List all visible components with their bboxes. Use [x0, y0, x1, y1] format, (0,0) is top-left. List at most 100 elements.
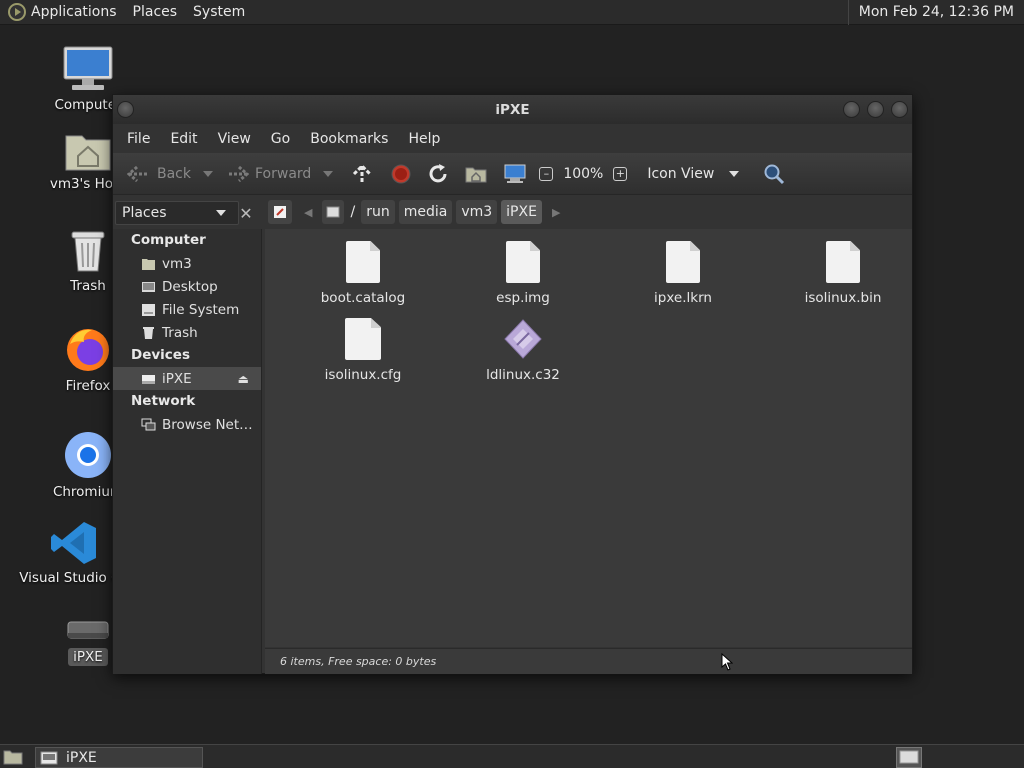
- eject-icon[interactable]: ⏏: [238, 372, 249, 386]
- menu-view[interactable]: View: [208, 131, 261, 147]
- breadcrumb-root[interactable]: [322, 200, 345, 224]
- home-button[interactable]: [459, 158, 493, 190]
- close-icon: ✕: [239, 203, 253, 223]
- taskbar-window-label: iPXE: [66, 749, 97, 766]
- back-button[interactable]: Back: [121, 158, 197, 190]
- status-bar: 6 items, Free space: 0 bytes: [265, 648, 912, 674]
- menu-edit[interactable]: Edit: [160, 131, 207, 147]
- sidebar-selector-label: Places: [122, 205, 167, 221]
- sidebar-item-browse-network[interactable]: Browse Net…: [113, 413, 261, 436]
- zoom-in-icon[interactable]: +: [613, 166, 628, 181]
- hard-drive-icon: [142, 303, 155, 316]
- home-folder-icon: [465, 167, 487, 182]
- sidebar-item-label: Browse Net…: [162, 416, 253, 433]
- close-button[interactable]: [891, 101, 908, 118]
- file-item[interactable]: boot.catalog: [303, 241, 423, 306]
- applications-menu[interactable]: Applications: [0, 0, 125, 25]
- document-icon: [666, 241, 700, 283]
- edit-location-button[interactable]: [268, 200, 292, 224]
- sidebar-item-trash[interactable]: Trash: [113, 321, 261, 344]
- sidebar-item-vm3[interactable]: vm3: [113, 252, 261, 275]
- desktop-icon-label: iPXE: [68, 648, 108, 666]
- view-mode-select[interactable]: Icon View: [641, 158, 751, 190]
- menu-bookmarks[interactable]: Bookmarks: [300, 131, 398, 147]
- menu-go[interactable]: Go: [261, 131, 300, 147]
- maximize-button[interactable]: [867, 101, 884, 118]
- sidebar-item-label: Trash: [162, 324, 198, 341]
- places-menu[interactable]: Places: [125, 0, 186, 25]
- menu-help[interactable]: Help: [398, 131, 450, 147]
- show-desktop-button[interactable]: [3, 748, 23, 766]
- places-menu-label: Places: [132, 4, 178, 20]
- window-title: iPXE: [495, 101, 530, 118]
- search-button[interactable]: [757, 158, 791, 190]
- document-icon: [346, 241, 380, 283]
- file-name: isolinux.bin: [804, 290, 882, 306]
- breadcrumb-media[interactable]: media: [398, 200, 453, 224]
- executable-icon: [504, 319, 542, 359]
- text-file-icon: [345, 318, 381, 360]
- breadcrumb-ipxe[interactable]: iPXE: [501, 200, 542, 224]
- menu-file[interactable]: File: [117, 131, 160, 147]
- desktop-icon: [142, 281, 155, 292]
- close-sidebar-button[interactable]: ✕: [234, 201, 258, 225]
- up-arrow-icon: [353, 163, 372, 183]
- forward-arrow-icon: [227, 165, 249, 182]
- forward-label: Forward: [255, 165, 312, 182]
- workspace-icon: [899, 750, 919, 764]
- window-menu-button[interactable]: [117, 101, 134, 118]
- breadcrumb-scroll-right[interactable]: ▶: [552, 206, 560, 219]
- home-folder-icon: [142, 258, 155, 270]
- distro-logo-icon: [8, 3, 26, 21]
- taskbar-window-ipxe[interactable]: iPXE: [35, 747, 203, 768]
- sidebar-item-desktop[interactable]: Desktop: [113, 275, 261, 298]
- sidebar-item-ipxe[interactable]: iPXE ⏏: [113, 367, 261, 390]
- file-name: boot.catalog: [320, 290, 406, 306]
- monitor-icon: [63, 46, 113, 90]
- vscode-icon: [51, 522, 96, 564]
- zoom-out-icon[interactable]: –: [539, 166, 554, 181]
- minimize-button[interactable]: [843, 101, 860, 118]
- file-item[interactable]: esp.img: [463, 241, 583, 306]
- up-button[interactable]: [345, 158, 379, 190]
- stop-button[interactable]: [385, 158, 417, 190]
- sidebar-item-file-system[interactable]: File System: [113, 298, 261, 321]
- back-history-dropdown[interactable]: [203, 170, 213, 177]
- window-titlebar[interactable]: iPXE: [113, 95, 912, 124]
- clock[interactable]: Mon Feb 24, 12:36 PM: [847, 0, 1024, 25]
- file-item[interactable]: ldlinux.c32: [463, 318, 583, 383]
- sidebar-heading-network: Network: [131, 393, 196, 409]
- breadcrumb-run[interactable]: run: [361, 200, 395, 224]
- document-icon: [826, 241, 860, 283]
- sidebar-item-label: vm3: [162, 255, 192, 272]
- trash-icon: [143, 326, 154, 339]
- sidebar-heading-computer: Computer: [131, 232, 206, 248]
- file-item[interactable]: ipxe.lkrn: [623, 241, 743, 306]
- file-view[interactable]: boot.catalog esp.img ipxe.lkrn isolinux.…: [265, 229, 912, 647]
- drive-icon: [40, 751, 58, 764]
- firefox-icon: [67, 329, 109, 371]
- file-item[interactable]: isolinux.bin: [783, 241, 903, 306]
- file-item[interactable]: isolinux.cfg: [303, 318, 423, 383]
- file-manager-window: iPXE File Edit View Go Bookmarks Help Ba…: [112, 94, 913, 674]
- file-name: esp.img: [496, 290, 550, 306]
- breadcrumb-vm3[interactable]: vm3: [456, 200, 498, 224]
- forward-button[interactable]: Forward: [219, 158, 317, 190]
- desktop-icon-label: Trash: [70, 278, 106, 294]
- sidebar-heading-devices: Devices: [131, 347, 190, 363]
- drive-icon: [142, 374, 155, 384]
- desktop-icon-vscode[interactable]: Visual Studio Co: [19, 520, 129, 586]
- breadcrumb: ◀ / run media vm3 iPXE ▶: [268, 198, 560, 226]
- top-panel: Applications Places System Mon Feb 24, 1…: [0, 0, 1024, 25]
- system-menu[interactable]: System: [185, 0, 253, 25]
- breadcrumb-scroll-left[interactable]: ◀: [304, 206, 312, 219]
- toolbar: Back Forward – 100% + Icon View: [113, 153, 912, 195]
- chromium-icon: [65, 432, 111, 478]
- forward-history-dropdown[interactable]: [323, 170, 334, 177]
- desktop-icon-label: Firefox: [65, 378, 111, 394]
- workspace-switcher[interactable]: [896, 747, 922, 768]
- breadcrumb-separator: /: [350, 204, 356, 220]
- reload-button[interactable]: [421, 158, 455, 190]
- sidebar-selector[interactable]: Places: [115, 201, 239, 225]
- computer-button[interactable]: [497, 158, 533, 190]
